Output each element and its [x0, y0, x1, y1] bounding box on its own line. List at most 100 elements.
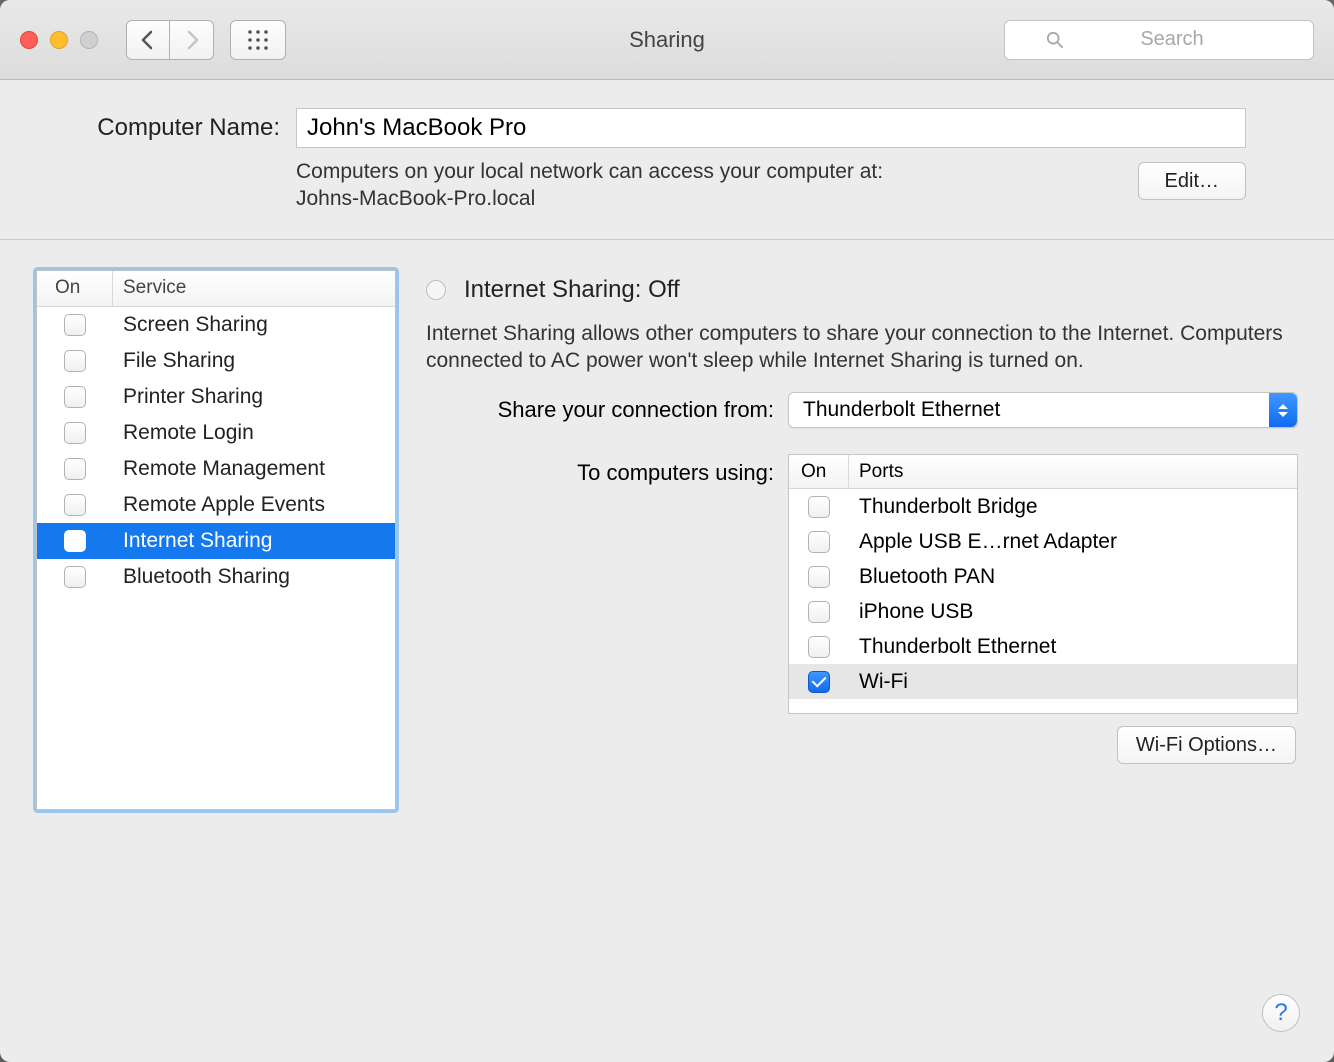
service-checkbox-wrap [37, 530, 113, 552]
service-checkbox-wrap [37, 386, 113, 408]
service-label: Printer Sharing [113, 385, 263, 409]
dropdown-arrow-icon [1269, 393, 1297, 427]
service-rows: Screen Sharing File Sharing Printer Sharin… [37, 307, 395, 595]
port-label: iPhone USB [849, 600, 973, 624]
search-field-wrap[interactable] [1004, 20, 1314, 60]
port-checkbox-wrap [789, 566, 849, 588]
computer-name-help-line1: Computers on your local network can acce… [296, 158, 1114, 185]
port-checkbox-wrap [789, 496, 849, 518]
service-checkbox-wrap [37, 566, 113, 588]
service-list[interactable]: On Service Screen Sharing File Sharing Pri… [36, 270, 396, 810]
port-row[interactable]: Thunderbolt Bridge [789, 489, 1297, 524]
port-checkbox[interactable] [808, 636, 830, 658]
zoom-icon [80, 31, 98, 49]
port-checkbox[interactable] [808, 496, 830, 518]
minimize-icon[interactable] [50, 31, 68, 49]
detail-title-row: Internet Sharing: Off [426, 276, 1298, 304]
service-list-header: On Service [37, 271, 395, 307]
port-checkbox-wrap [789, 671, 849, 693]
share-from-row: Share your connection from: Thunderbolt … [426, 392, 1298, 428]
forward-button[interactable] [170, 20, 214, 60]
service-checkbox[interactable] [64, 494, 86, 516]
port-row[interactable]: Thunderbolt Ethernet [789, 629, 1297, 664]
service-checkbox-wrap [37, 458, 113, 480]
port-rows: Thunderbolt Bridge Apple USB E…rnet Adapt… [789, 489, 1297, 699]
ports-col-on[interactable]: On [789, 455, 849, 488]
wifi-options-button[interactable]: Wi-Fi Options… [1117, 726, 1296, 764]
service-checkbox-wrap [37, 350, 113, 372]
ports-col-ports[interactable]: Ports [849, 461, 903, 483]
service-row[interactable]: Printer Sharing [37, 379, 395, 415]
computer-name-label: Computer Name: [88, 114, 280, 142]
share-from-label: Share your connection from: [426, 397, 774, 423]
service-checkbox[interactable] [64, 530, 86, 552]
service-checkbox-wrap [37, 314, 113, 336]
service-row[interactable]: Remote Management [37, 451, 395, 487]
service-checkbox-wrap [37, 494, 113, 516]
port-checkbox[interactable] [808, 671, 830, 693]
service-checkbox[interactable] [64, 386, 86, 408]
sharing-window: Sharing Computer Name: Computers on your… [0, 0, 1334, 1062]
chevron-left-icon [140, 30, 156, 50]
service-row[interactable]: Screen Sharing [37, 307, 395, 343]
service-label: Screen Sharing [113, 313, 268, 337]
port-checkbox[interactable] [808, 531, 830, 553]
detail-title: Internet Sharing: Off [464, 276, 680, 304]
service-row[interactable]: Internet Sharing [37, 523, 395, 559]
service-label: Bluetooth Sharing [113, 565, 290, 589]
computer-name-field[interactable] [296, 108, 1246, 148]
computer-name-row: Computer Name: [88, 108, 1246, 148]
search-icon [1046, 31, 1064, 49]
main-content: On Service Screen Sharing File Sharing Pri… [0, 240, 1334, 830]
service-label: Remote Management [113, 457, 325, 481]
ports-bottom-pad [789, 699, 1297, 713]
service-row[interactable]: File Sharing [37, 343, 395, 379]
port-checkbox-wrap [789, 601, 849, 623]
service-label: Remote Login [113, 421, 254, 445]
detail-description: Internet Sharing allows other computers … [426, 320, 1298, 375]
port-checkbox-wrap [789, 636, 849, 658]
service-row[interactable]: Remote Apple Events [37, 487, 395, 523]
service-label: Internet Sharing [113, 529, 272, 553]
port-checkbox-wrap [789, 531, 849, 553]
port-label: Apple USB E…rnet Adapter [849, 530, 1117, 554]
port-row[interactable]: Apple USB E…rnet Adapter [789, 524, 1297, 559]
traffic-lights [20, 31, 98, 49]
chevron-right-icon [184, 30, 200, 50]
detail-panel: Internet Sharing: Off Internet Sharing a… [426, 270, 1298, 810]
to-row: To computers using: On Ports Thunderbolt… [426, 454, 1298, 764]
port-row[interactable]: iPhone USB [789, 594, 1297, 629]
port-label: Thunderbolt Ethernet [849, 635, 1056, 659]
service-label: File Sharing [113, 349, 235, 373]
help-icon: ? [1274, 999, 1287, 1027]
edit-button[interactable]: Edit… [1138, 162, 1246, 200]
close-icon[interactable] [20, 31, 38, 49]
port-row[interactable]: Wi-Fi [789, 664, 1297, 699]
ports-list-header: On Ports [789, 455, 1297, 489]
service-col-on[interactable]: On [37, 271, 113, 306]
ports-list[interactable]: On Ports Thunderbolt Bridge Apple USB E…r… [788, 454, 1298, 714]
computer-name-help: Computers on your local network can acce… [296, 158, 1114, 213]
port-row[interactable]: Bluetooth PAN [789, 559, 1297, 594]
service-checkbox[interactable] [64, 350, 86, 372]
service-checkbox[interactable] [64, 458, 86, 480]
header-section: Computer Name: Computers on your local n… [0, 80, 1334, 240]
help-button[interactable]: ? [1262, 994, 1300, 1032]
service-row[interactable]: Bluetooth Sharing [37, 559, 395, 595]
service-checkbox[interactable] [64, 566, 86, 588]
show-all-button[interactable] [230, 20, 286, 60]
port-checkbox[interactable] [808, 566, 830, 588]
service-col-service[interactable]: Service [113, 277, 186, 299]
back-button[interactable] [126, 20, 170, 60]
wifi-options-row: Wi-Fi Options… [788, 714, 1298, 764]
service-checkbox[interactable] [64, 314, 86, 336]
grid-icon [246, 28, 270, 52]
share-from-selected: Thunderbolt Ethernet [803, 398, 1000, 422]
share-from-dropdown[interactable]: Thunderbolt Ethernet [788, 392, 1298, 428]
port-label: Wi-Fi [849, 670, 908, 694]
titlebar: Sharing [0, 0, 1334, 80]
service-row[interactable]: Remote Login [37, 415, 395, 451]
port-checkbox[interactable] [808, 601, 830, 623]
service-checkbox[interactable] [64, 422, 86, 444]
search-input[interactable] [1072, 28, 1272, 51]
